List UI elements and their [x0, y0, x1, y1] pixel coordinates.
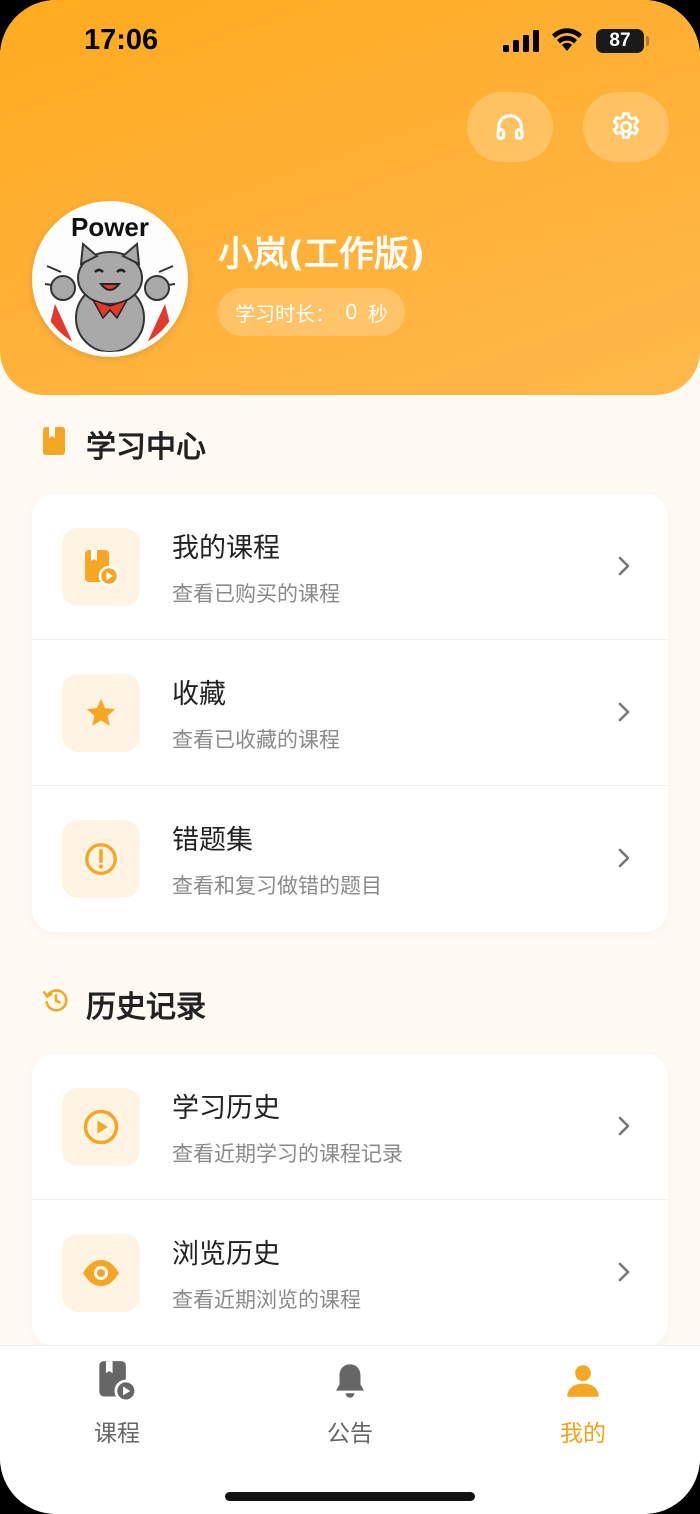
list-item-my-courses[interactable]: 我的课程 查看已购买的课程	[32, 494, 668, 640]
star-icon	[86, 698, 116, 726]
home-indicator[interactable]	[225, 1492, 475, 1501]
study-duration-label: 学习时长：	[235, 301, 335, 326]
study-duration-badge: 学习时长： 0 秒	[218, 288, 405, 336]
chevron-right-icon	[618, 848, 630, 868]
bookmark-book-icon	[43, 427, 65, 455]
username: 小岚(工作版)	[218, 235, 425, 275]
study-duration-unit: 秒	[367, 301, 388, 326]
tab-profile[interactable]: 我的	[523, 1360, 643, 1448]
my-courses-icon-box	[62, 528, 140, 606]
history-clock-icon	[43, 989, 68, 1012]
course-play-icon	[85, 550, 119, 586]
list-item-subtitle: 查看近期浏览的课程	[172, 1288, 361, 1312]
wrong-questions-icon-box	[62, 820, 140, 898]
user-icon	[567, 1365, 599, 1397]
avatar[interactable]: Power	[32, 201, 188, 357]
list-item-subtitle: 查看已收藏的课程	[172, 728, 340, 752]
wifi-icon	[552, 28, 582, 51]
section-title-learning: 学习中心	[86, 430, 206, 465]
tab-label: 课程	[94, 1421, 140, 1447]
avatar-cat-illustration: Power	[37, 206, 183, 352]
list-item-browse-history[interactable]: 浏览历史 查看近期浏览的课程	[32, 1200, 668, 1346]
tab-courses[interactable]: 课程	[57, 1360, 177, 1448]
tab-announcements[interactable]: 公告	[290, 1360, 410, 1448]
chevron-right-icon	[618, 556, 630, 576]
course-play-icon	[99, 1361, 138, 1403]
favorites-icon-box	[62, 674, 140, 752]
chevron-right-icon	[618, 1116, 630, 1136]
support-button[interactable]	[467, 92, 553, 162]
learning-card: 我的课程 查看已购买的课程 收藏 查看已收藏的课程 错题集 查看和复习做错的题目	[32, 494, 668, 932]
alert-circle-icon	[85, 843, 117, 875]
list-item-subtitle: 查看已购买的课程	[172, 582, 340, 606]
list-item-title: 我的课程	[172, 533, 280, 564]
study-duration-value: 0	[345, 300, 358, 324]
list-item-title: 收藏	[172, 679, 226, 710]
bell-icon	[336, 1364, 364, 1398]
play-circle-icon	[83, 1109, 119, 1145]
battery-tip	[646, 36, 649, 46]
section-title-history: 历史记录	[86, 990, 206, 1025]
study-history-icon-box	[62, 1088, 140, 1166]
list-item-wrong-questions[interactable]: 错题集 查看和复习做错的题目	[32, 786, 668, 932]
list-item-subtitle: 查看近期学习的课程记录	[172, 1142, 403, 1166]
list-item-title: 浏览历史	[172, 1239, 280, 1270]
status-time: 17:06	[84, 24, 159, 56]
headphones-icon	[496, 114, 524, 140]
gear-icon	[612, 112, 640, 140]
bottom-tab-bar: 课程 公告 我的	[0, 1345, 700, 1514]
profile-header: 17:06 87 Power 小岚(工作版) 学习时长： 0 秒	[0, 0, 700, 395]
battery-indicator: 87	[596, 29, 644, 53]
cellular-signal-icon	[503, 30, 539, 52]
tab-label: 我的	[560, 1421, 606, 1447]
list-item-favorites[interactable]: 收藏 查看已收藏的课程	[32, 640, 668, 786]
chevron-right-icon	[618, 1262, 630, 1282]
screen: 17:06 87 Power 小岚(工作版) 学习时长： 0 秒 学习中心 我的…	[0, 0, 700, 1514]
avatar-text: Power	[71, 212, 149, 242]
settings-button[interactable]	[583, 92, 669, 162]
history-card: 学习历史 查看近期学习的课程记录 浏览历史 查看近期浏览的课程	[32, 1054, 668, 1346]
tab-label: 公告	[327, 1421, 373, 1447]
list-item-subtitle: 查看和复习做错的题目	[172, 874, 382, 898]
list-item-title: 学习历史	[172, 1093, 280, 1124]
eye-icon	[83, 1260, 119, 1286]
list-item-study-history[interactable]: 学习历史 查看近期学习的课程记录	[32, 1054, 668, 1200]
browse-history-icon-box	[62, 1234, 140, 1312]
chevron-right-icon	[618, 702, 630, 722]
list-item-title: 错题集	[172, 825, 253, 856]
